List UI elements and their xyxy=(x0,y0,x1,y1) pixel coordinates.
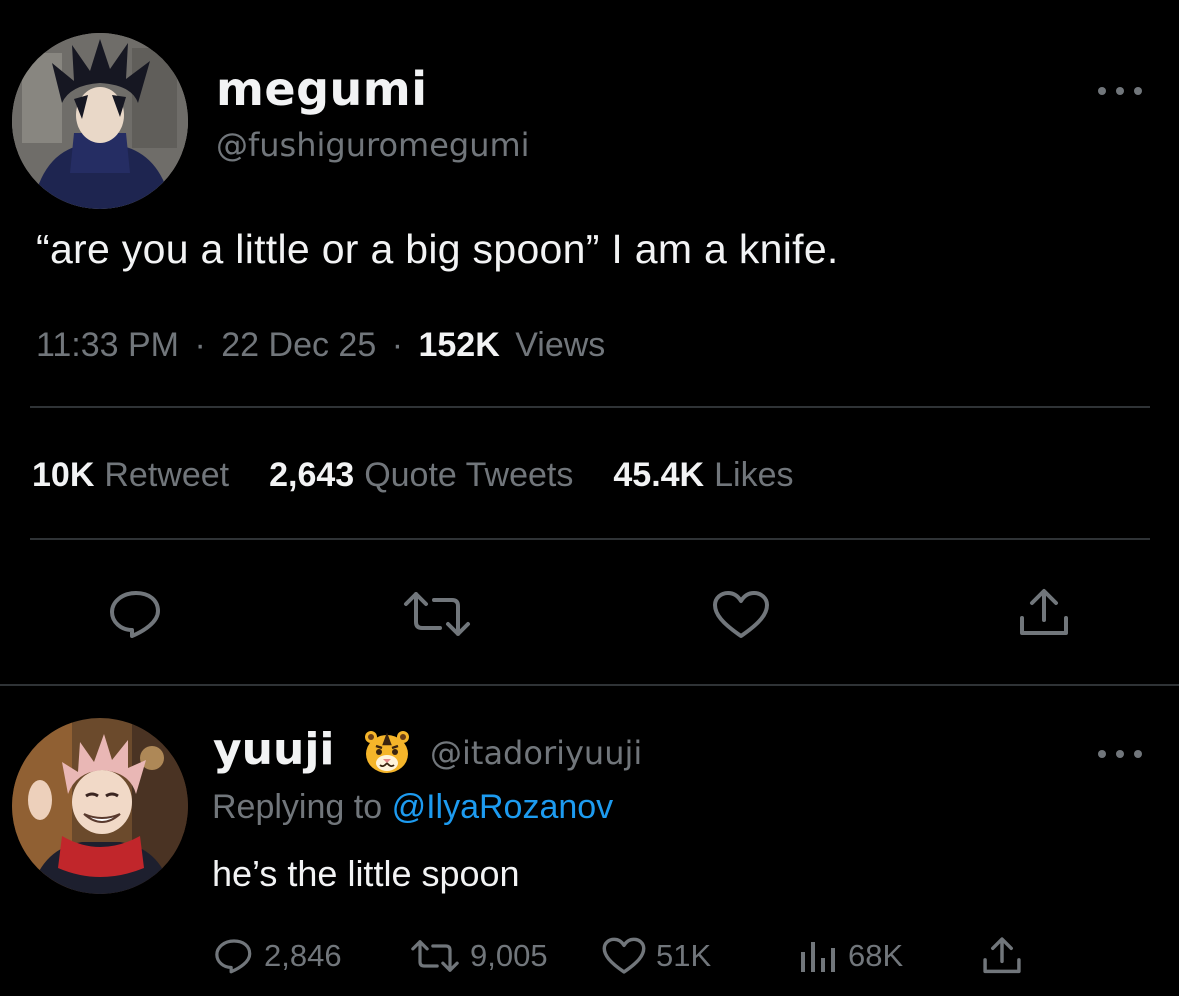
quotes-count: 2,643 xyxy=(269,456,355,494)
reply-icon xyxy=(110,591,160,638)
like-count: 51K xyxy=(656,938,712,973)
reply-retweet-button[interactable]: 9,005 xyxy=(410,938,602,974)
retweets-count: 10K xyxy=(32,456,95,494)
replying-prefix: Replying to xyxy=(212,788,383,826)
likes-count: 45.4K xyxy=(613,456,705,494)
reply-views-button[interactable]: 68K xyxy=(798,938,982,974)
reply-like-button[interactable]: 51K xyxy=(602,937,798,975)
more-icon-dot xyxy=(1116,87,1124,95)
tweet-text: “are you a little or a big spoon” I am a… xyxy=(36,226,839,272)
retweets-label: Retweet xyxy=(104,456,230,494)
more-icon-dot xyxy=(1134,750,1142,758)
avatar[interactable] xyxy=(12,33,188,209)
engagement-stats: 10K Retweet 2,643 Quote Tweets 45.4K Likes xyxy=(32,456,793,495)
analytics-icon xyxy=(801,942,835,972)
quotes-label: Quote Tweets xyxy=(364,456,574,494)
reply-count: 2,846 xyxy=(264,938,342,973)
reply-icon xyxy=(215,939,252,974)
reply-text: he’s the little spoon xyxy=(212,853,520,894)
like-button[interactable] xyxy=(712,590,770,645)
meta-separator: · xyxy=(391,326,404,364)
meta-separator: · xyxy=(194,326,206,364)
retweet-icon xyxy=(404,592,470,636)
retweet-button[interactable] xyxy=(402,592,472,641)
reply-share-button[interactable] xyxy=(982,936,1032,976)
tweet-date[interactable]: 22 Dec 25 xyxy=(221,326,376,364)
reply-display-name[interactable]: yuuji xyxy=(213,724,335,775)
reply-user-handle[interactable]: @itadoriyuuji xyxy=(430,734,642,772)
reply-action-bar: 2,846 9,005 51K 68K xyxy=(214,932,1032,980)
more-icon-dot xyxy=(1098,87,1106,95)
section-divider xyxy=(0,684,1179,686)
quotes-stat[interactable]: 2,643 Quote Tweets xyxy=(269,456,573,495)
tweet-time[interactable]: 11:33 PM xyxy=(36,326,179,364)
views-count: 152K xyxy=(418,326,500,364)
share-button[interactable] xyxy=(1018,588,1070,643)
retweet-icon xyxy=(411,940,459,972)
heart-icon xyxy=(602,937,646,974)
reply-more-options-button[interactable] xyxy=(1098,744,1142,764)
tiger-emoji xyxy=(362,728,412,781)
divider xyxy=(30,538,1150,540)
share-icon xyxy=(983,937,1021,974)
more-icon-dot xyxy=(1098,750,1106,758)
retweets-stat[interactable]: 10K Retweet xyxy=(32,456,229,495)
replying-to-handle[interactable]: @IlyaRozanov xyxy=(392,788,614,826)
reply-reply-button[interactable]: 2,846 xyxy=(214,937,410,975)
likes-label: Likes xyxy=(714,456,794,494)
user-handle[interactable]: @fushiguromegumi xyxy=(216,126,530,164)
tweet-meta: 11:33 PM · 22 Dec 25 · 152K Views xyxy=(36,326,605,365)
more-icon-dot xyxy=(1116,750,1124,758)
more-icon-dot xyxy=(1134,87,1142,95)
display-name[interactable]: megumi xyxy=(216,62,428,116)
views-count: 68K xyxy=(848,938,904,973)
likes-stat[interactable]: 45.4K Likes xyxy=(613,456,793,495)
retweet-count: 9,005 xyxy=(470,938,548,973)
replying-to: Replying to @IlyaRozanov xyxy=(212,788,613,827)
tiger-icon xyxy=(365,731,409,773)
share-icon xyxy=(1020,589,1068,635)
divider xyxy=(30,406,1150,408)
reply-button[interactable] xyxy=(108,589,164,644)
avatar[interactable] xyxy=(12,718,188,894)
heart-icon xyxy=(713,591,769,638)
more-options-button[interactable] xyxy=(1098,81,1142,101)
views-label: Views xyxy=(515,326,606,364)
